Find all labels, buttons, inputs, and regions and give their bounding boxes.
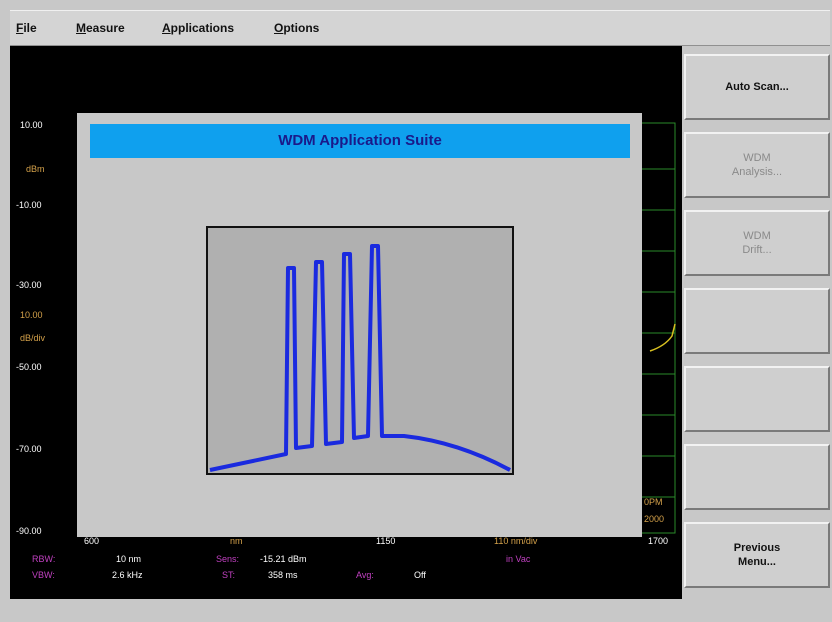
ppm-label-b: 2000 xyxy=(644,514,665,524)
auto-scan-button[interactable]: Auto Scan... xyxy=(684,54,830,120)
y-tick-4: -70.00 xyxy=(16,444,42,454)
sens-label: Sens: xyxy=(216,554,240,564)
vbw-value: 2.6 kHz xyxy=(112,570,143,580)
softkey-label: Previous Menu... xyxy=(733,542,781,568)
softkey-label: WDM Drift... xyxy=(742,230,772,256)
x-start: 600 xyxy=(84,536,100,546)
y-tick-1: -10.00 xyxy=(16,200,42,210)
st-value: 358 ms xyxy=(268,570,298,580)
menu-applications[interactable]: Applications xyxy=(162,21,234,35)
scale-value: 10.00 xyxy=(20,310,43,320)
rbw-label: RBW: xyxy=(32,554,56,564)
wdm-analysis-button[interactable]: WDM Analysis... xyxy=(684,132,830,198)
wdm-trace xyxy=(209,244,511,472)
wdm-spectrum-illustration xyxy=(206,226,514,475)
avg-label: Avg: xyxy=(356,570,374,580)
sens-value: -15.21 dBm xyxy=(260,554,307,564)
x-unit: nm xyxy=(230,536,243,546)
previous-menu-button[interactable]: Previous Menu... xyxy=(684,522,830,588)
menu-bar: File Measure Applications Options xyxy=(10,10,830,46)
y-unit: dBm xyxy=(26,164,45,174)
y-tick-0: 10.00 xyxy=(20,120,43,130)
scale-unit: dB/div xyxy=(20,333,46,343)
y-tick-2: -30.00 xyxy=(16,280,42,290)
y-tick-3: -50.00 xyxy=(16,362,42,372)
wdm-splash-dialog: WDM Application Suite xyxy=(77,113,642,537)
status-strip xyxy=(10,600,830,622)
softkey-label: Auto Scan... xyxy=(725,81,789,93)
softkey-blank-6[interactable] xyxy=(684,444,830,510)
softkey-blank-5[interactable] xyxy=(684,366,830,432)
rbw-value: 10 nm xyxy=(116,554,142,564)
menu-options[interactable]: Options xyxy=(274,21,319,35)
softkey-blank-4[interactable] xyxy=(684,288,830,354)
st-label: ST: xyxy=(222,570,236,580)
x-stop: 1700 xyxy=(648,536,669,546)
avg-value: Off xyxy=(414,570,426,580)
menu-measure[interactable]: Measure xyxy=(76,21,125,35)
wdm-drift-button[interactable]: WDM Drift... xyxy=(684,210,830,276)
x-center: 1150 xyxy=(376,536,396,546)
softkey-label: WDM Analysis... xyxy=(731,152,783,178)
vbw-label: VBW: xyxy=(32,570,55,580)
menu-file[interactable]: File xyxy=(16,21,37,35)
y-tick-5: -90.00 xyxy=(16,526,42,536)
dialog-title: WDM Application Suite xyxy=(90,124,630,158)
x-span: 110 nm/div xyxy=(494,536,538,546)
ppm-label-a: 0PM xyxy=(644,497,663,507)
medium-label: in Vac xyxy=(506,554,531,564)
